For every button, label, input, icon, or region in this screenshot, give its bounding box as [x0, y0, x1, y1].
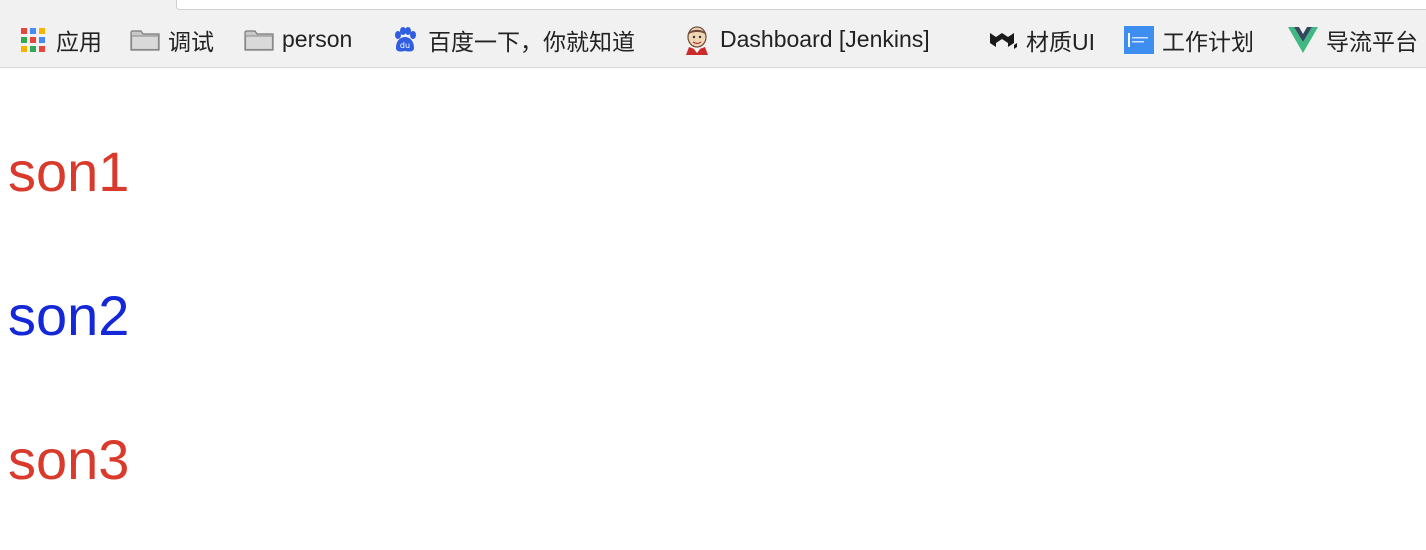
bookmark-jenkins[interactable]: Dashboard [Jenkins]: [682, 20, 988, 60]
bookmark-label: 应用: [56, 28, 102, 55]
bookmark-material-ui[interactable]: 材质UI: [988, 20, 1124, 60]
son2-text: son2: [8, 284, 130, 347]
bookmark-work-plan[interactable]: 工作计划: [1124, 20, 1288, 60]
folder-icon: [244, 25, 274, 55]
bookmark-label: 百度一下，你就知道: [428, 28, 635, 55]
apps-grid-icon: [18, 25, 48, 55]
bookmark-label: Dashboard [Jenkins]: [720, 26, 930, 52]
bookmark-label: 导流平台: [1326, 28, 1418, 55]
bookmark-label: 材质UI: [1026, 28, 1095, 55]
son1-text: son1: [8, 140, 130, 203]
bookmark-label: 工作计划: [1162, 28, 1254, 55]
svg-text:du: du: [400, 41, 410, 50]
bookmark-label: 调试: [168, 28, 214, 55]
jenkins-butler-icon: [682, 25, 712, 55]
bookmarks-bar: 应用 调试 person du 百度一下，你就知道 Dashboard [Jen…: [0, 12, 1426, 68]
folder-icon: [130, 25, 160, 55]
work-plan-icon: [1124, 25, 1154, 55]
bookmark-folder-debug[interactable]: 调试: [130, 20, 244, 60]
bookmark-folder-person[interactable]: person: [244, 20, 390, 60]
bookmark-apps[interactable]: 应用: [18, 20, 130, 60]
page-content: son1 son2 son3: [0, 68, 1426, 550]
vue-logo-icon: [1288, 25, 1318, 55]
bookmark-baidu[interactable]: du 百度一下，你就知道: [390, 20, 682, 60]
address-bar[interactable]: [176, 0, 1426, 10]
browser-toolbar-edge: [0, 0, 1426, 12]
baidu-paw-icon: du: [390, 25, 420, 55]
bookmark-traffic-platform[interactable]: 导流平台: [1288, 20, 1418, 60]
material-ui-logo-icon: [988, 25, 1018, 55]
bookmark-label: person: [282, 26, 353, 52]
son3-text: son3: [8, 428, 130, 491]
